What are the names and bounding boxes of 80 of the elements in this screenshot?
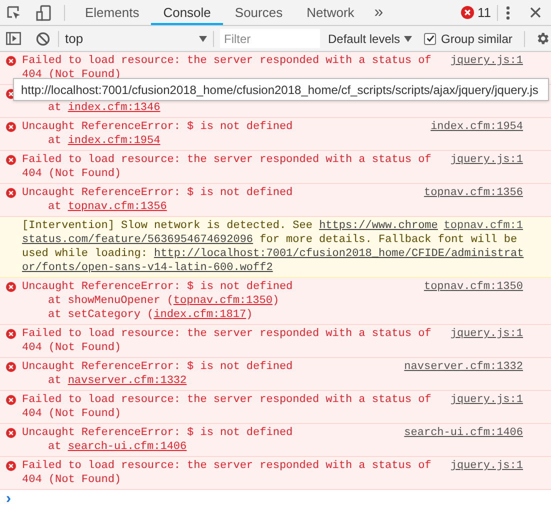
source-link[interactable]: index.cfm:1954 xyxy=(430,120,523,134)
link[interactable]: topnav.cfm:1356 xyxy=(68,200,167,214)
error-icon xyxy=(6,122,16,132)
message-text: Failed to load resource: the server responded with a status of xyxy=(22,327,432,341)
message-text: ) xyxy=(246,308,253,322)
message-text: Failed to load resource: the server responded with a status of xyxy=(22,393,432,407)
link[interactable]: index.cfm:1346 xyxy=(68,101,160,115)
error-icon xyxy=(6,329,16,339)
error-icon[interactable] xyxy=(460,6,474,19)
source-link[interactable]: navserver.cfm:1332 xyxy=(404,360,523,374)
clear-console-icon[interactable] xyxy=(36,32,50,46)
link[interactable]: topnav.cfm:1350 xyxy=(173,294,272,308)
message-text: Uncaught ReferenceError: $ is not defined xyxy=(22,360,293,374)
more-options-icon[interactable] xyxy=(506,6,510,20)
message-text: Uncaught ReferenceError: $ is not defined xyxy=(22,280,293,294)
message-text: 404 (Not Found) xyxy=(22,341,122,355)
source-link[interactable]: jquery.js:1 xyxy=(450,54,523,68)
tab[interactable]: Network xyxy=(294,0,366,25)
message-text: Uncaught ReferenceError: $ is not defined xyxy=(22,120,293,134)
link[interactable]: index.cfm:1954 xyxy=(68,134,160,148)
message-text: 404 (Not Found) xyxy=(22,407,122,421)
group-similar-checkbox[interactable] xyxy=(424,32,436,44)
device-icon[interactable] xyxy=(36,4,52,20)
error-icon xyxy=(6,56,16,66)
tab[interactable]: Elements xyxy=(73,0,152,25)
levels-dropdown[interactable]: Default levels xyxy=(328,30,412,48)
inspect-icon[interactable] xyxy=(6,4,22,20)
filter-field[interactable]: Filter xyxy=(220,29,320,48)
message-text: Failed to load resource: the server responded with a status of xyxy=(22,153,432,167)
source-link[interactable]: jquery.js:1 xyxy=(450,459,523,473)
source-link[interactable]: jquery.js:1 xyxy=(450,153,523,167)
message-text: ) xyxy=(272,294,280,308)
tab[interactable]: Sources xyxy=(222,0,295,25)
source-link[interactable]: topnav.cfm:1 xyxy=(444,219,523,233)
close-icon[interactable] xyxy=(530,7,541,18)
error-icon xyxy=(6,155,16,165)
message-text: Failed to load resource: the server responded with a status of xyxy=(22,459,432,473)
message-text: at xyxy=(48,134,62,148)
message-text: Uncaught ReferenceError: $ is not defined xyxy=(22,426,293,440)
source-link[interactable]: topnav.cfm:1356 xyxy=(424,186,523,200)
message-text: at xyxy=(48,440,62,454)
caret-icon xyxy=(199,36,207,42)
error-icon xyxy=(6,362,16,372)
message-text: at xyxy=(48,200,62,214)
message-text: 404 (Not Found) xyxy=(22,473,122,487)
source-link[interactable]: search-ui.cfm:1406 xyxy=(404,426,523,440)
url-tooltip: http://localhost:7001/cfusion2018_home/cfusion2018_home/cf_scripts/scripts/ajax/jquery/jquery.js xyxy=(13,78,549,101)
error-icon xyxy=(6,395,16,405)
caret-icon xyxy=(404,36,412,42)
settings-icon[interactable] xyxy=(535,31,550,46)
message-text: at setCategory ( xyxy=(48,308,154,322)
error-count[interactable]: 11 xyxy=(478,2,491,22)
prompt-caret[interactable]: › xyxy=(6,492,11,506)
message-text: for more details. Fallback font will be xyxy=(258,233,518,247)
error-icon xyxy=(6,428,16,438)
message-text: at showMenuOpener ( xyxy=(48,294,174,308)
message-text: at xyxy=(48,101,62,115)
context-select[interactable]: top xyxy=(65,28,207,48)
message-text: [Intervention] Slow network is detected. See xyxy=(22,219,314,233)
link[interactable]: search-ui.cfm:1406 xyxy=(68,440,187,454)
source-link[interactable]: topnav.cfm:1350 xyxy=(424,280,523,294)
message-text: used while loading: xyxy=(22,247,148,261)
error-icon xyxy=(6,188,16,198)
sidebar-toggle-icon[interactable] xyxy=(6,32,21,45)
link[interactable]: navserver.cfm:1332 xyxy=(68,374,187,388)
group-similar-label: Group similar xyxy=(441,30,512,48)
message-text: Uncaught ReferenceError: $ is not defined xyxy=(22,186,293,200)
source-link[interactable]: jquery.js:1 xyxy=(450,393,523,407)
message-text: at xyxy=(48,374,62,388)
link[interactable]: index.cfm:1817 xyxy=(154,308,246,322)
link[interactable]: or/fonts/open-sans-v14-latin-600.woff2 xyxy=(22,261,273,275)
message-text: 404 (Not Found) xyxy=(22,167,122,181)
source-link[interactable]: jquery.js:1 xyxy=(450,327,523,341)
link[interactable]: http://localhost:7001/cfusion2018_home/CFIDE/administrat xyxy=(154,247,524,261)
error-icon xyxy=(6,461,16,471)
link[interactable]: https://www.chrome xyxy=(319,219,438,233)
more-tabs-button[interactable]: » xyxy=(374,0,384,24)
link[interactable]: status.com/feature/5636954674692096 xyxy=(22,233,254,247)
message-text: Failed to load resource: the server responded with a status of xyxy=(22,54,432,68)
error-icon xyxy=(6,282,16,292)
